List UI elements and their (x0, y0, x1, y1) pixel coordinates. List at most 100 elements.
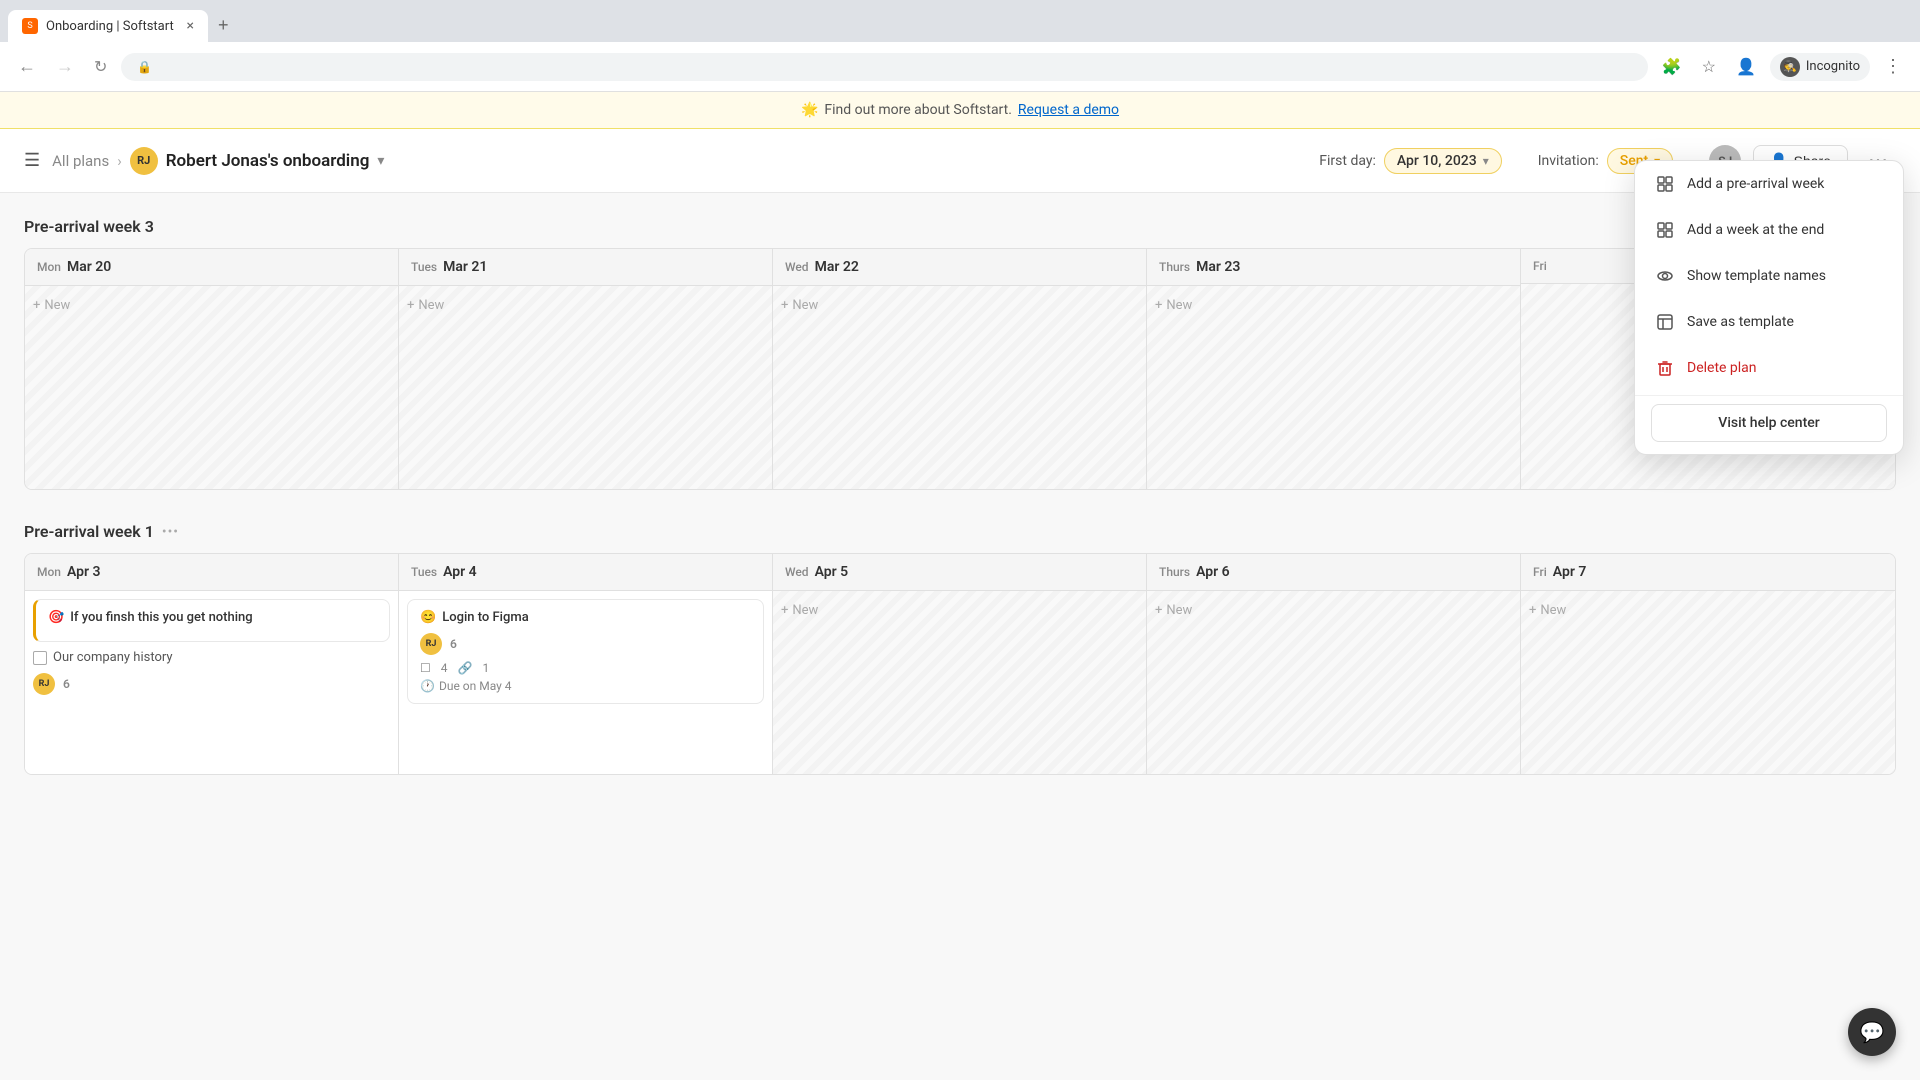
visit-help-center-label: Visit help center (1718, 415, 1819, 431)
day-date: Mar 21 (443, 259, 487, 275)
new-task-button[interactable]: + New (1155, 599, 1512, 622)
show-template-names-label: Show template names (1687, 268, 1826, 284)
plan-title: Robert Jonas's onboarding (166, 151, 370, 171)
plan-avatar: RJ (130, 147, 158, 175)
day-date: Apr 6 (1196, 564, 1230, 580)
breadcrumb-arrow-icon: › (117, 152, 122, 170)
day-date: Mar 23 (1196, 259, 1240, 275)
day-name: Wed (785, 260, 809, 274)
week1-day-5: Fri Apr 7 + New (1521, 554, 1895, 774)
day-header: Tues Mar 21 (399, 249, 772, 286)
app: 🌟 Find out more about Softstart. Request… (0, 92, 1920, 1080)
browser-chrome: S Onboarding | Softstart × + ← → ↻ 🔒 my.… (0, 0, 1920, 92)
day-name: Tues (411, 260, 437, 274)
save-template-item[interactable]: Save as template (1635, 299, 1903, 345)
reload-button[interactable]: ↻ (88, 53, 113, 81)
week1-dots[interactable]: ••• (162, 524, 179, 540)
new-task-button[interactable]: + New (407, 294, 764, 317)
first-day-chevron-icon: ▾ (1483, 154, 1489, 168)
banner-link[interactable]: Request a demo (1018, 102, 1119, 118)
add-pre-arrival-item[interactable]: Add a pre-arrival week (1635, 161, 1903, 207)
clock-icon: 🕐 (420, 679, 435, 693)
show-template-names-item[interactable]: Show template names (1635, 253, 1903, 299)
day-body: 🎯 If you finsh this you get nothing Our … (25, 591, 398, 774)
task-count: 6 (450, 637, 457, 651)
visit-help-center-button[interactable]: Visit help center (1651, 404, 1887, 442)
first-day-section: First day: Apr 10, 2023 ▾ (1319, 148, 1501, 174)
eye-icon (1655, 266, 1675, 286)
forward-button[interactable]: → (50, 52, 80, 81)
dropdown-help-divider (1635, 395, 1903, 396)
browser-menu-button[interactable]: ⋮ (1878, 52, 1908, 81)
day-body: + New (773, 591, 1146, 774)
subtasks-icon: ☐ (420, 661, 431, 675)
new-task-button[interactable]: + New (33, 294, 390, 317)
day-date: Mar 22 (815, 259, 859, 275)
browser-toolbar: ← → ↻ 🔒 my.softstart.app/plans/e82cae2a-… (0, 42, 1920, 92)
first-day-badge[interactable]: Apr 10, 2023 ▾ (1384, 148, 1502, 174)
first-day-date: Apr 10, 2023 (1397, 153, 1477, 169)
new-task-button[interactable]: + New (1155, 294, 1512, 317)
back-button[interactable]: ← (12, 52, 42, 81)
all-plans-link[interactable]: All plans (52, 152, 109, 170)
week1-day-2: Tues Apr 4 😊 Login to Figma (399, 554, 773, 774)
close-tab-icon[interactable]: × (187, 18, 194, 34)
chat-bubble[interactable]: 💬 (1848, 1008, 1896, 1056)
day-name: Fri (1533, 259, 1547, 273)
profile-button[interactable]: 👤 (1730, 53, 1762, 81)
week1-day-4: Thurs Apr 6 + New (1147, 554, 1521, 774)
new-label: New (1540, 603, 1566, 618)
hamburger-button[interactable]: ☰ (24, 150, 40, 171)
day-name: Fri (1533, 565, 1547, 579)
week3-day-4: Thurs Mar 23 + New (1147, 249, 1521, 489)
task-title: If you finsh this you get nothing (70, 610, 252, 625)
delete-plan-item[interactable]: Delete plan (1635, 345, 1903, 391)
task-title-row: 😊 Login to Figma (420, 610, 751, 625)
address-input[interactable]: my.softstart.app/plans/e82cae2a-2d39-4e4… (160, 59, 1631, 75)
links-icon: 🔗 (458, 661, 473, 675)
active-tab[interactable]: S Onboarding | Softstart × (8, 10, 208, 42)
task-title: Login to Figma (442, 610, 529, 625)
bookmark-button[interactable]: ☆ (1696, 53, 1722, 81)
first-day-label: First day: (1319, 153, 1376, 169)
day-body: + New (1521, 591, 1895, 774)
day-date: Apr 7 (1553, 564, 1587, 580)
day-name: Thurs (1159, 260, 1190, 274)
day-name: Mon (37, 565, 61, 579)
due-date-text: Due on May 4 (439, 679, 512, 693)
new-task-button[interactable]: + New (781, 599, 1138, 622)
day-date: Apr 4 (443, 564, 477, 580)
week3-day-1: Mon Mar 20 + New (25, 249, 399, 489)
plus-icon: + (1529, 603, 1536, 618)
week1-day-1: Mon Apr 3 🎯 If you finsh this you get no… (25, 554, 399, 774)
task-card-1[interactable]: 🎯 If you finsh this you get nothing (33, 599, 390, 642)
day-header: Wed Apr 5 (773, 554, 1146, 591)
new-tab-button[interactable]: + (208, 15, 239, 36)
day-body: + New (1147, 591, 1520, 774)
main-content: Pre-arrival week 3 Mon Mar 20 + New (0, 193, 1920, 1080)
new-label: New (1166, 298, 1192, 313)
plan-chevron-button[interactable]: ▾ (377, 152, 384, 169)
plus-icon: + (781, 603, 788, 618)
add-week-end-item[interactable]: Add a week at the end (1635, 207, 1903, 253)
day-header: Wed Mar 22 (773, 249, 1146, 286)
lock-icon: 🔒 (137, 60, 152, 74)
day-name: Tues (411, 565, 437, 579)
links-count: 1 (482, 661, 489, 675)
task-meta-row: RJ 6 (420, 633, 751, 655)
address-bar[interactable]: 🔒 my.softstart.app/plans/e82cae2a-2d39-4… (121, 53, 1647, 81)
new-label: New (792, 603, 818, 618)
tab-favicon: S (22, 18, 38, 34)
new-task-button[interactable]: + New (781, 294, 1138, 317)
week3-day-3: Wed Mar 22 + New (773, 249, 1147, 489)
week1-grid: Mon Apr 3 🎯 If you finsh this you get no… (24, 553, 1896, 775)
extensions-button[interactable]: 🧩 (1656, 53, 1688, 81)
banner-emoji: 🌟 (801, 102, 818, 118)
plus-icon: + (1155, 298, 1162, 313)
task-card-2[interactable]: 😊 Login to Figma RJ 6 ☐ (407, 599, 764, 704)
add-week-end-label: Add a week at the end (1687, 222, 1824, 238)
new-task-button[interactable]: + New (1529, 599, 1887, 622)
task-emoji: 🎯 (48, 610, 64, 625)
day-date: Mar 20 (67, 259, 111, 275)
day-body: + New (1147, 286, 1520, 489)
